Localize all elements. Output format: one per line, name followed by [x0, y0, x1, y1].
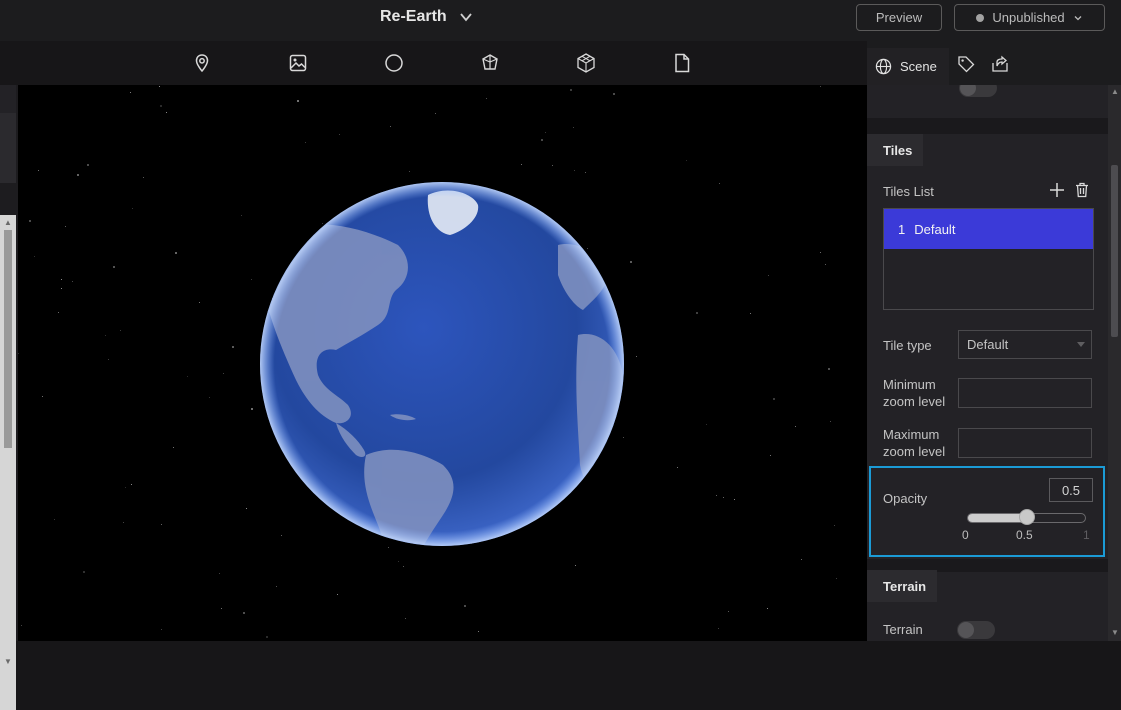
min-zoom-label-line1: Minimum: [883, 377, 936, 392]
project-title: Re-Earth: [380, 8, 447, 25]
right-panel-scrollbar[interactable]: ▲ ▼: [1108, 85, 1121, 641]
publish-status-label: Unpublished: [992, 10, 1065, 25]
map-pin-icon[interactable]: [191, 52, 213, 74]
box-icon[interactable]: [479, 52, 501, 74]
status-dot: [976, 13, 985, 22]
list-item-name: Default: [914, 221, 956, 237]
trash-icon[interactable]: [1075, 182, 1089, 203]
scene-toggle[interactable]: [959, 85, 997, 97]
left-panel-edge: ▲ ▼: [0, 85, 18, 710]
export-icon[interactable]: [991, 55, 1009, 73]
scrollbar-thumb[interactable]: [4, 230, 12, 448]
scroll-up-icon[interactable]: ▲: [1111, 87, 1119, 96]
section-divider: [867, 118, 1108, 134]
scroll-up-icon[interactable]: ▲: [4, 218, 12, 227]
opacity-label: Opacity: [883, 491, 928, 506]
left-panel-item[interactable]: [0, 113, 16, 183]
tab-scene[interactable]: Scene: [867, 48, 949, 85]
preview-button[interactable]: Preview: [856, 4, 942, 31]
tiles-list-label: Tiles List: [883, 184, 934, 199]
map-viewport[interactable]: [18, 85, 867, 641]
terrain-label: Terrain: [883, 622, 923, 637]
slider-mark-mid: 0.5: [1016, 528, 1033, 542]
tiles-section-title: Tiles: [867, 134, 923, 166]
left-panel-tab[interactable]: [0, 85, 16, 113]
list-item[interactable]: 1 Default: [884, 209, 1093, 249]
scene-settings-panel: Tiles Tiles List 1 Default Tile type Def…: [867, 85, 1108, 641]
tool-bar: [0, 41, 867, 85]
max-zoom-label-line1: Maximum: [883, 427, 940, 442]
file-icon[interactable]: [671, 52, 693, 74]
list-item-index: 1: [898, 221, 906, 237]
max-zoom-label-line2: zoom level: [883, 444, 946, 459]
opacity-slider-handle[interactable]: [1018, 509, 1035, 525]
tag-icon[interactable]: [957, 55, 975, 73]
resource-icon[interactable]: [575, 52, 597, 74]
min-zoom-label-line2: zoom level: [883, 394, 946, 409]
left-scrollbar[interactable]: ▲ ▼: [0, 215, 16, 710]
opacity-value-input[interactable]: 0.5: [1049, 478, 1093, 502]
terrain-section-title: Terrain: [867, 570, 937, 602]
circle-icon[interactable]: [383, 52, 405, 74]
slider-mark-max: 1: [1083, 528, 1090, 542]
scroll-down-icon[interactable]: ▼: [1111, 628, 1119, 637]
publish-status-button[interactable]: Unpublished: [954, 4, 1105, 31]
tile-type-select[interactable]: Default: [958, 330, 1092, 359]
tiles-list: 1 Default: [883, 208, 1094, 310]
chevron-down-icon: [1074, 15, 1082, 20]
caret-down-icon: [1077, 342, 1085, 347]
opacity-field-highlight: Opacity 0.5 0 0.5 1: [869, 466, 1105, 557]
tile-type-label: Tile type: [883, 338, 932, 353]
globe-render: [260, 182, 624, 546]
globe-icon: [875, 58, 892, 75]
min-zoom-input[interactable]: [958, 378, 1092, 408]
max-zoom-input[interactable]: [958, 428, 1092, 458]
terrain-toggle[interactable]: [957, 621, 995, 639]
scroll-down-icon[interactable]: ▼: [4, 657, 12, 666]
slider-mark-min: 0: [962, 528, 969, 542]
add-icon[interactable]: [1049, 182, 1065, 203]
image-icon[interactable]: [287, 52, 309, 74]
chevron-down-icon: [459, 13, 472, 22]
tab-scene-label: Scene: [900, 59, 937, 74]
right-panel-tabs: Scene: [867, 41, 1121, 85]
project-title-menu[interactable]: Re-Earth: [380, 8, 473, 26]
tile-type-value: Default: [967, 337, 1009, 352]
top-header: Re-Earth Preview Unpublished: [0, 0, 1121, 41]
scrollbar-thumb[interactable]: [1111, 165, 1118, 337]
